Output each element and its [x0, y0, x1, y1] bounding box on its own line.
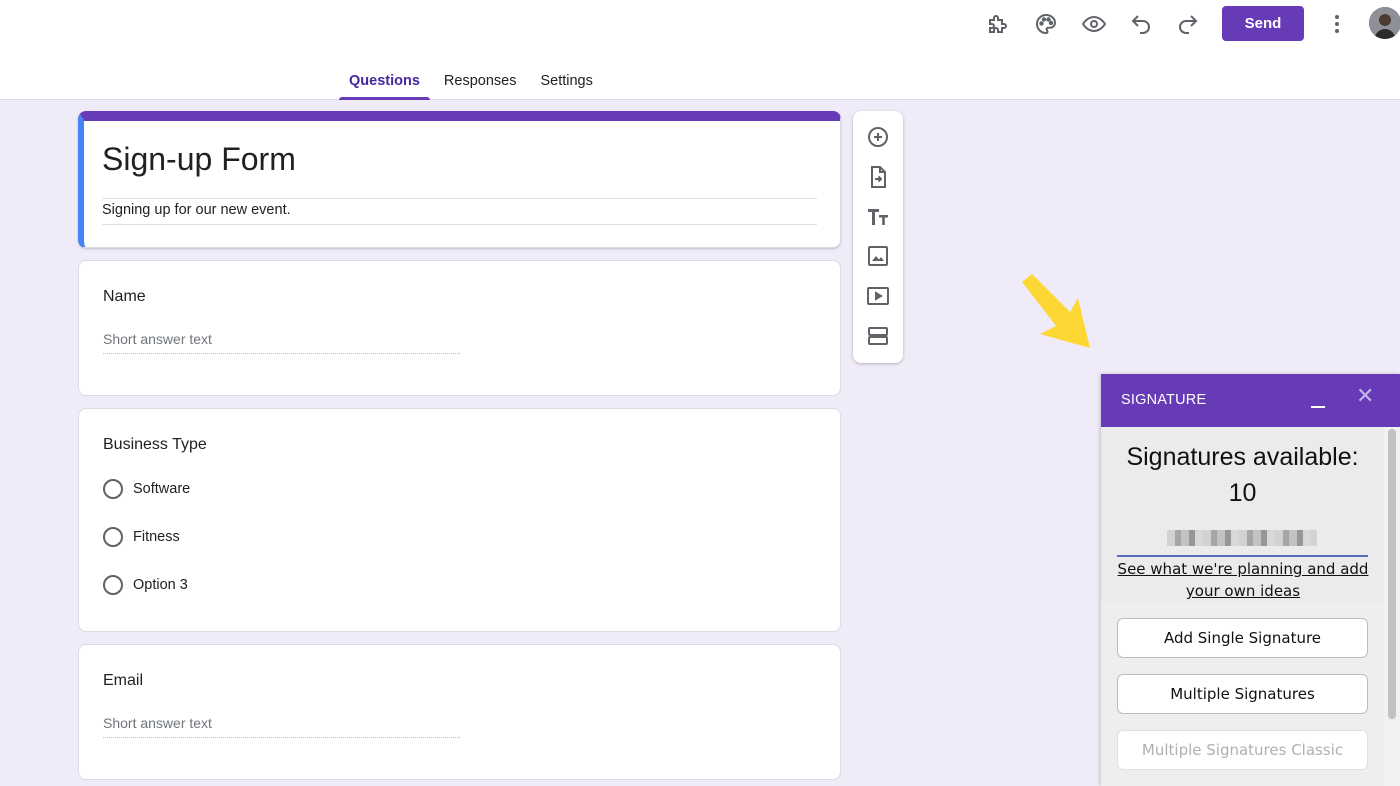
side-toolbar	[853, 111, 903, 363]
top-bar: Send Questions Responses Settings	[0, 0, 1400, 100]
send-button[interactable]: Send	[1222, 6, 1304, 41]
option-label: Fitness	[133, 529, 180, 545]
arrow-pointer-icon	[1022, 274, 1090, 348]
short-answer-placeholder: Short answer text	[103, 715, 460, 738]
radio-option[interactable]: Option 3	[103, 575, 188, 595]
add-video-icon[interactable]	[866, 284, 890, 308]
avatar[interactable]	[1369, 7, 1400, 39]
signatures-available-count: 10	[1228, 479, 1257, 507]
add-section-icon[interactable]	[866, 324, 890, 348]
radio-button[interactable]	[103, 527, 123, 547]
add-title-icon[interactable]	[866, 205, 890, 229]
signature-panel-header: SIGNATURE ✕	[1101, 374, 1400, 427]
signature-info: Signatures available: 10 See what we're …	[1101, 427, 1384, 602]
multiple-signatures-classic-button[interactable]: Multiple Signatures Classic	[1117, 730, 1368, 770]
palette-icon[interactable]	[1030, 8, 1062, 40]
radio-option[interactable]: Software	[103, 479, 190, 499]
close-icon[interactable]: ✕	[1356, 385, 1374, 407]
form-description[interactable]: Signing up for our new event.	[102, 202, 817, 225]
add-question-icon[interactable]	[866, 125, 890, 149]
option-label: Software	[133, 481, 191, 497]
scrollbar-thumb[interactable]	[1388, 429, 1396, 719]
question-card-name[interactable]: Name Short answer text	[78, 260, 841, 396]
tab-settings[interactable]: Settings	[530, 64, 602, 100]
more-vert-icon[interactable]	[1321, 8, 1353, 40]
signature-panel: SIGNATURE ✕ Signatures available: 10 See…	[1101, 374, 1400, 786]
scrollbar[interactable]	[1384, 427, 1400, 786]
signatures-available: Signatures available: 10	[1101, 439, 1384, 511]
question-title: Name	[103, 288, 146, 305]
radio-option[interactable]: Fitness	[103, 527, 180, 547]
option-label: Option 3	[133, 577, 188, 593]
feedback-link[interactable]: See what we're planning and add your own…	[1113, 558, 1373, 602]
add-image-icon[interactable]	[866, 244, 890, 268]
question-card-email[interactable]: Email Short answer text	[78, 644, 841, 780]
tab-bar: Questions Responses Settings	[339, 64, 607, 100]
undo-icon[interactable]	[1125, 8, 1157, 40]
signature-panel-body: Signatures available: 10 See what we're …	[1101, 427, 1400, 786]
multiple-signatures-button[interactable]: Multiple Signatures	[1117, 674, 1368, 714]
minimize-icon[interactable]	[1309, 388, 1327, 408]
short-answer-placeholder: Short answer text	[103, 331, 460, 354]
form-title-card[interactable]: Sign-up Form Signing up for our new even…	[78, 111, 841, 248]
tab-questions[interactable]: Questions	[339, 64, 430, 100]
question-card-business-type[interactable]: Business Type Software Fitness Option 3	[78, 408, 841, 632]
tab-responses[interactable]: Responses	[434, 64, 527, 100]
signature-panel-title: SIGNATURE	[1121, 392, 1207, 408]
add-single-signature-button[interactable]: Add Single Signature	[1117, 618, 1368, 658]
addons-icon[interactable]	[982, 8, 1014, 40]
radio-button[interactable]	[103, 479, 123, 499]
redo-icon[interactable]	[1172, 8, 1204, 40]
form-title[interactable]: Sign-up Form	[102, 141, 817, 199]
divider	[1117, 555, 1368, 557]
question-title: Email	[103, 672, 144, 689]
question-title: Business Type	[103, 436, 207, 453]
import-questions-icon[interactable]	[866, 165, 890, 189]
radio-button[interactable]	[103, 575, 123, 595]
signatures-available-label: Signatures available:	[1126, 443, 1359, 471]
pixelated-account-email	[1167, 530, 1317, 546]
preview-eye-icon[interactable]	[1078, 8, 1110, 40]
